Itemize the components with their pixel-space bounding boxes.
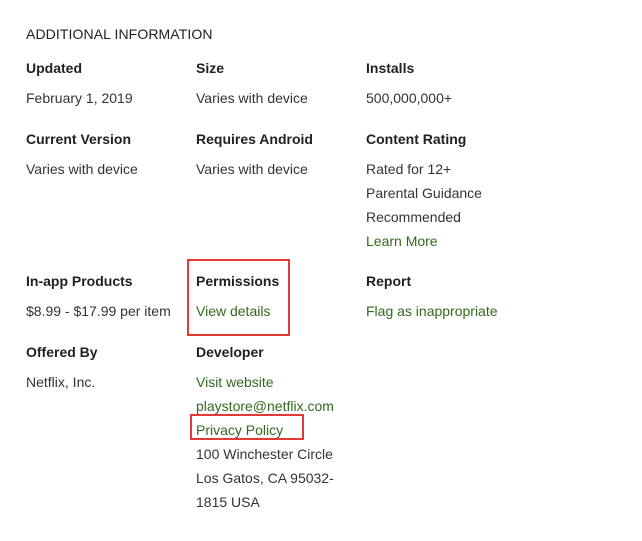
content-rating-cell: Content Rating Rated for 12+ Parental Gu… <box>366 129 531 253</box>
installs-value: 500,000,000+ <box>366 90 453 106</box>
visit-website-link[interactable]: Visit website <box>196 370 361 394</box>
section-title: ADDITIONAL INFORMATION <box>26 26 213 42</box>
installs-cell: Installs 500,000,000+ <box>366 58 531 110</box>
size-label: Size <box>196 60 225 76</box>
current-version-cell: Current Version Varies with device <box>26 129 191 181</box>
requires-android-value: Varies with device <box>196 161 308 177</box>
offered-by-label: Offered By <box>26 344 98 360</box>
installs-label: Installs <box>366 60 415 76</box>
in-app-products-value: $8.99 - $17.99 per item <box>26 303 171 319</box>
developer-address-line: Los Gatos, CA 95032- <box>196 470 334 486</box>
developer-label: Developer <box>196 344 264 360</box>
developer-address-line: 1815 USA <box>196 494 260 510</box>
content-rating-line: Recommended <box>366 209 461 225</box>
requires-android-label: Requires Android <box>196 131 313 147</box>
updated-value: February 1, 2019 <box>26 90 133 106</box>
in-app-products-label: In-app Products <box>26 273 133 289</box>
updated-label: Updated <box>26 60 82 76</box>
learn-more-link[interactable]: Learn More <box>366 229 531 253</box>
offered-by-value: Netflix, Inc. <box>26 374 96 390</box>
developer-address-line: 100 Winchester Circle <box>196 446 333 462</box>
requires-android-cell: Requires Android Varies with device <box>196 129 361 181</box>
report-label: Report <box>366 273 412 289</box>
privacy-policy-highlight-box <box>190 414 304 440</box>
content-rating-line: Rated for 12+ <box>366 161 452 177</box>
current-version-label: Current Version <box>26 131 132 147</box>
size-value: Varies with device <box>196 90 308 106</box>
in-app-products-cell: In-app Products $8.99 - $17.99 per item <box>26 271 191 323</box>
permissions-highlight-box <box>187 259 290 336</box>
content-rating-label: Content Rating <box>366 131 467 147</box>
updated-cell: Updated February 1, 2019 <box>26 58 191 110</box>
flag-inappropriate-link[interactable]: Flag as inappropriate <box>366 299 531 323</box>
current-version-value: Varies with device <box>26 161 138 177</box>
report-cell: Report Flag as inappropriate <box>366 271 531 323</box>
offered-by-cell: Offered By Netflix, Inc. <box>26 342 191 394</box>
content-rating-line: Parental Guidance <box>366 185 482 201</box>
size-cell: Size Varies with device <box>196 58 361 110</box>
